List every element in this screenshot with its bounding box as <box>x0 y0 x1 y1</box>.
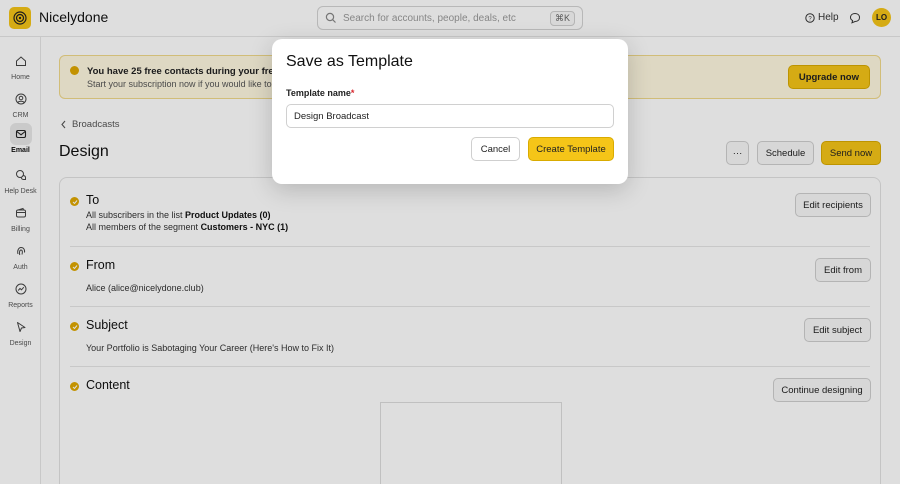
template-name-label-text: Template name <box>286 88 351 98</box>
template-name-input[interactable] <box>286 104 614 128</box>
required-mark: * <box>350 88 355 98</box>
save-template-dialog: Save as Template Template name* Cancel C… <box>272 39 628 184</box>
dialog-title: Save as Template <box>286 53 413 70</box>
template-name-label: Template name* <box>286 88 354 98</box>
create-template-button[interactable]: Create Template <box>528 137 614 161</box>
cancel-button[interactable]: Cancel <box>471 137 520 161</box>
